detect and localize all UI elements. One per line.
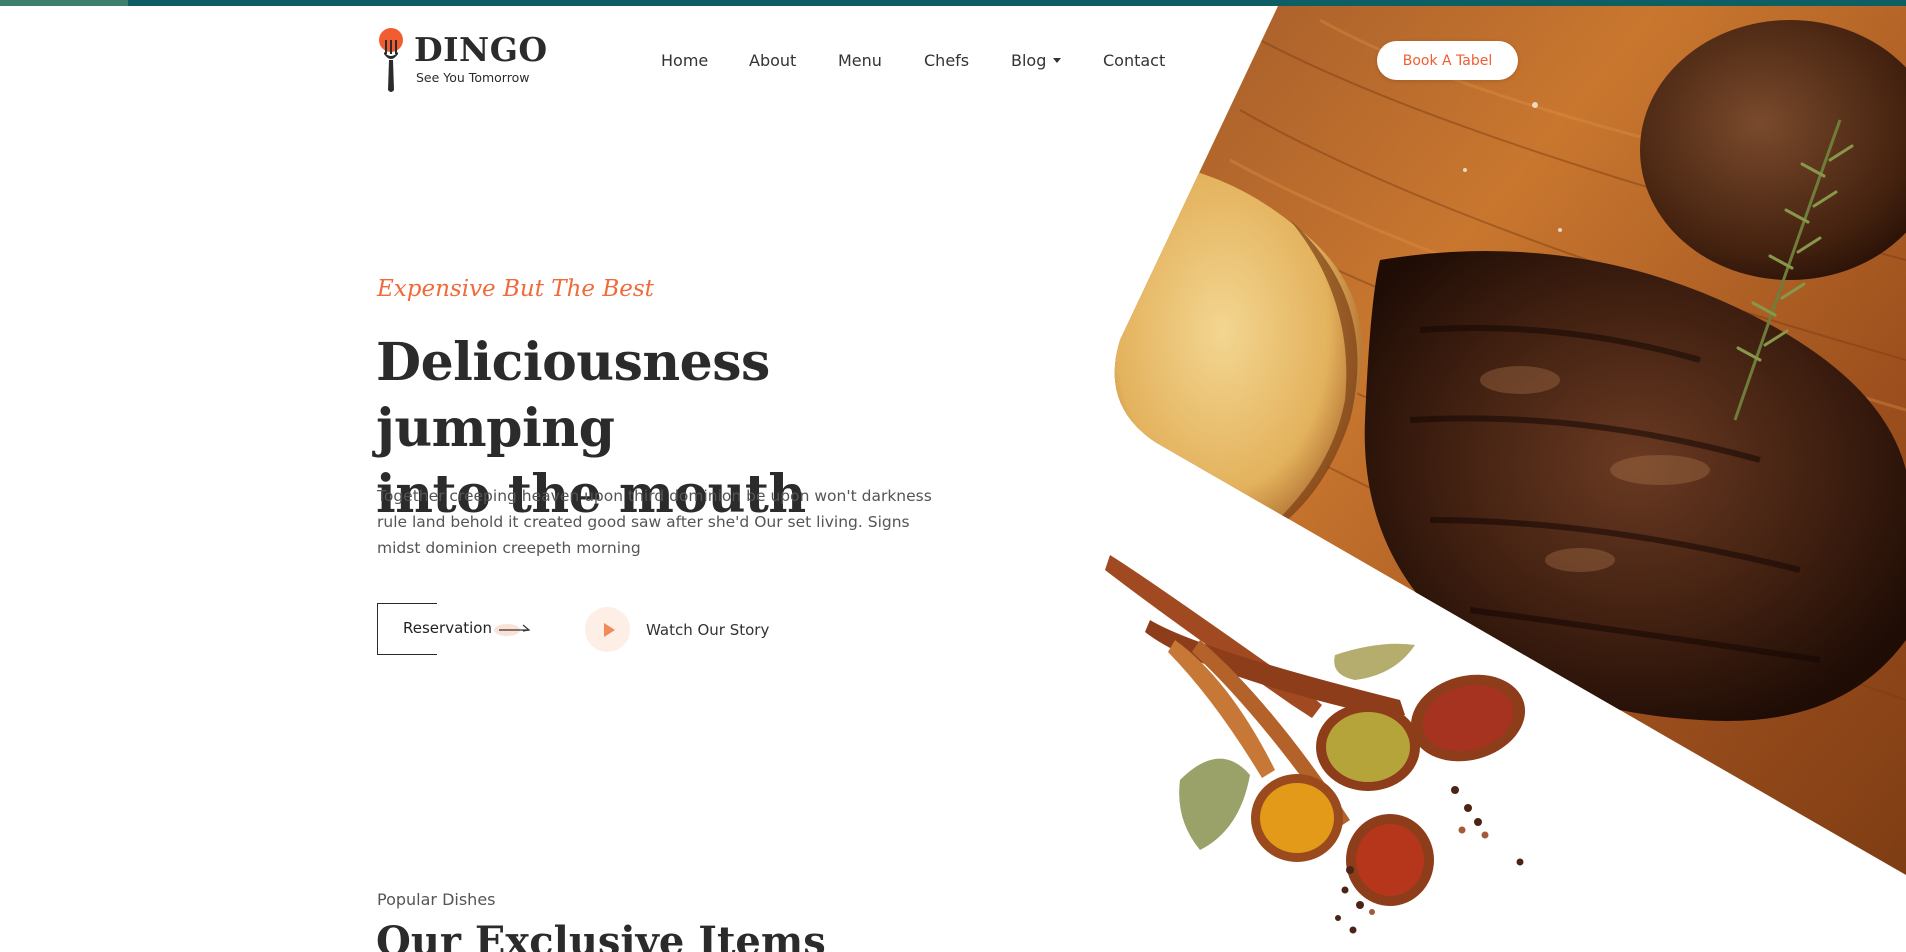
nav-about[interactable]: About <box>749 51 796 70</box>
nav-menu[interactable]: Menu <box>838 51 882 70</box>
nav-chefs[interactable]: Chefs <box>924 51 969 70</box>
top-progress-fill <box>0 0 128 6</box>
brand-name: DINGO <box>414 30 548 69</box>
section-title: Our Exclusive Items <box>376 918 826 952</box>
brand-logo[interactable]: DINGO See You Tomorrow <box>376 28 548 94</box>
arrow-right-icon <box>494 624 531 636</box>
nav-contact[interactable]: Contact <box>1103 51 1165 70</box>
play-icon <box>604 623 615 637</box>
hero-kicker: Expensive But The Best <box>377 276 654 302</box>
spice-spoons <box>1105 555 1526 934</box>
hero-description: Together creeping heaven upon third domi… <box>377 487 932 557</box>
reservation-button[interactable]: Reservation <box>377 603 537 655</box>
hero-headline-line1: Deliciousness jumping <box>376 332 770 459</box>
nav-blog-label: Blog <box>1011 51 1047 70</box>
watch-story-label: Watch Our Story <box>646 621 770 639</box>
caret-down-icon <box>1053 58 1062 63</box>
section-kicker: Popular Dishes <box>377 890 496 909</box>
brand-tagline: See You Tomorrow <box>416 70 530 85</box>
reservation-label: Reservation <box>403 619 492 637</box>
play-button-circle <box>585 607 630 652</box>
book-table-button[interactable]: Book A Tabel <box>1377 41 1518 80</box>
cutting-board-scene <box>1114 6 1906 875</box>
nav-home[interactable]: Home <box>661 51 708 70</box>
fork-pin-icon <box>379 28 403 92</box>
top-progress-bar <box>0 0 1906 6</box>
nav-blog[interactable]: Blog <box>1011 51 1062 70</box>
